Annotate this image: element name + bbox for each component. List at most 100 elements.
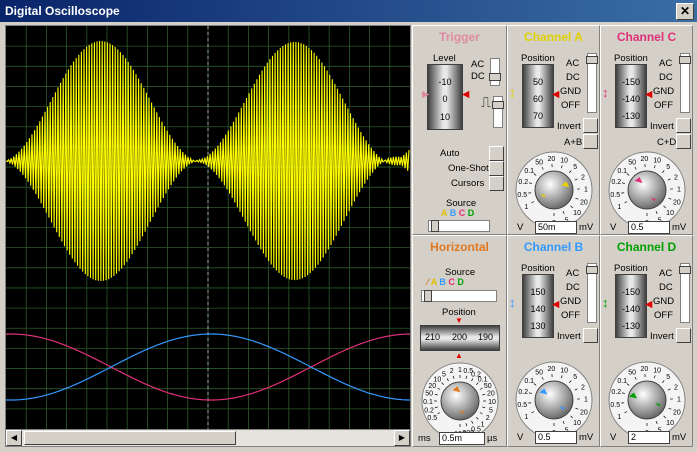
trigger-edge-slider[interactable] — [492, 96, 504, 128]
channel-c-gnd-label: GND — [653, 86, 675, 97]
channel-d-position-marker-icon: ◀ — [645, 299, 653, 310]
dial-tick-label: 20 — [487, 391, 495, 398]
scroll-right-button[interactable]: ▶ — [394, 430, 410, 446]
horizontal-source-slider[interactable] — [421, 290, 497, 302]
channel-b-invert-label: Invert — [557, 331, 581, 342]
channel-a-value-field[interactable]: 50m — [535, 221, 577, 234]
channel-d-coupling-slider[interactable] — [679, 263, 691, 323]
channel-c-coupling-slider[interactable] — [679, 53, 691, 113]
horizontal-scrollbar[interactable]: ◀ ▶ — [5, 429, 411, 447]
drum-value: 0 — [442, 94, 448, 104]
channel-b-coupling-slider[interactable] — [586, 263, 598, 323]
scroll-left-button[interactable]: ◀ — [6, 430, 22, 446]
channel-b-position-drum[interactable]: 150 140 130 — [522, 274, 554, 338]
dial-tick-label: 0.1 — [617, 378, 627, 385]
trigger-source-slider[interactable] — [428, 220, 490, 232]
dial-tick-label: 50 — [425, 391, 433, 398]
horizontal-position-drum[interactable]: 210 200 190 — [420, 325, 500, 351]
horizontal-source-ramp-icon: ⁄ — [427, 277, 429, 287]
scope-display[interactable] — [5, 25, 411, 430]
dial-tick-label: 0.5 — [517, 192, 527, 199]
source-c-letter: C — [448, 277, 455, 287]
dial-tick-label: 1 — [677, 397, 681, 404]
dial-tick-label: 5 — [573, 164, 577, 171]
channel-a-combine-button[interactable] — [583, 134, 598, 149]
dial-tick-label: 1 — [584, 187, 588, 194]
trigger-title: Trigger — [439, 30, 480, 44]
channel-b-unit-right: mV — [579, 432, 594, 443]
channel-a-combine-label: A+B — [564, 137, 583, 148]
channel-b-gnd-label: GND — [560, 296, 582, 307]
trigger-cursors-button[interactable] — [489, 176, 504, 191]
dial-tick-label: 0.2 — [611, 389, 621, 396]
source-d-letter: D — [457, 277, 464, 287]
channel-a-position-label: Position — [521, 53, 555, 64]
horizontal-timebase-dial[interactable]: 0.50.20.15020105210.50.20.15020105210.52… — [416, 359, 504, 435]
dial-tick-label: 5 — [666, 164, 670, 171]
channel-a-volts-dial[interactable]: 10.50.20.1502010521201052 — [510, 148, 598, 224]
dial-tick-label: 10 — [433, 376, 441, 383]
drum-value: 140 — [530, 304, 546, 314]
dial-tick-label: 0.5 — [610, 402, 620, 409]
channel-a-coupling-slider[interactable] — [586, 53, 598, 113]
channel-c-combine-button[interactable] — [676, 134, 691, 149]
channel-a-position-drum[interactable]: 50 60 70 — [522, 64, 554, 128]
channel-d-position-drum[interactable]: -150 -140 -130 — [615, 274, 647, 338]
dial-tick-label: 5 — [489, 407, 493, 414]
channel-d-invert-button[interactable] — [676, 328, 691, 343]
channel-d-panel: Channel D Position -150 -140 -130 ↕ ◀ AC… — [600, 235, 693, 447]
drum-value: -140 — [621, 304, 640, 314]
horizontal-panel: Horizontal Source ⁄ A B C D Position ▼ 2… — [412, 235, 507, 447]
channel-c-title: Channel C — [616, 30, 677, 44]
dial-knob[interactable] — [440, 381, 480, 421]
channel-a-invert-button[interactable] — [583, 118, 598, 133]
dial-knob[interactable] — [627, 380, 667, 420]
dial-tick-label: 2 — [674, 174, 678, 181]
channel-a-gnd-label: GND — [560, 86, 582, 97]
dial-tick-label: 1 — [584, 397, 588, 404]
horizontal-value-field[interactable]: 0.5m — [439, 432, 485, 445]
dial-tick-label: 20 — [428, 383, 436, 390]
dial-knob[interactable] — [627, 170, 667, 210]
channel-b-dc-label: DC — [566, 282, 580, 293]
dial-tick-label: 20 — [548, 156, 556, 163]
dial-knob[interactable] — [534, 170, 574, 210]
channel-a-ac-label: AC — [566, 58, 580, 69]
channel-d-volts-dial[interactable]: 10.50.20.1502010521201052 — [603, 358, 691, 434]
trigger-panel: Trigger Level -10 0 10 ▶ ◀ AC DC ⎍ Auto … — [412, 25, 507, 235]
channel-c-position-drum[interactable]: -150 -140 -130 — [615, 64, 647, 128]
channel-b-volts-dial[interactable]: 10.50.20.1502010521201052 — [510, 358, 598, 434]
dial-knob[interactable] — [534, 380, 574, 420]
channel-b-value-field[interactable]: 0.5 — [535, 431, 577, 444]
trigger-coupling-slider[interactable] — [489, 58, 501, 86]
horizontal-position-marker-icon: ▼ — [455, 316, 463, 325]
channel-d-value-field[interactable]: 2 — [628, 431, 670, 444]
channel-c-invert-button[interactable] — [676, 118, 691, 133]
channel-d-unit-right: mV — [672, 432, 687, 443]
drum-value: -10 — [438, 77, 452, 87]
trigger-oneshot-button[interactable] — [489, 161, 504, 176]
channel-a-dc-label: DC — [566, 72, 580, 83]
channel-d-position-arrow-icon: ↕ — [602, 295, 609, 310]
trigger-cursors-label: Cursors — [451, 178, 485, 189]
channel-d-position-label: Position — [614, 263, 648, 274]
channel-a-panel: Channel A Position 50 60 70 ↕ ◀ AC DC GN… — [507, 25, 600, 235]
dial-tick-label: 10 — [560, 368, 568, 375]
drum-value: 10 — [439, 112, 450, 122]
drum-value: 130 — [530, 321, 546, 331]
trigger-auto-button[interactable] — [489, 146, 504, 161]
channel-c-value-field[interactable]: 0.5 — [628, 221, 670, 234]
channel-c-panel: Channel C Position -150 -140 -130 ↕ ◀ AC… — [600, 25, 693, 235]
source-d-letter: D — [467, 208, 475, 218]
trigger-edge-icon[interactable]: ⎍ — [481, 94, 491, 111]
scroll-thumb[interactable] — [24, 431, 236, 445]
trigger-level-drum[interactable]: -10 0 10 — [427, 64, 463, 130]
channel-c-position-marker-icon: ◀ — [645, 89, 653, 100]
drum-value: -130 — [621, 111, 640, 121]
close-button[interactable]: ✕ — [676, 3, 694, 20]
channel-b-invert-button[interactable] — [583, 328, 598, 343]
title-bar[interactable]: Digital Oscilloscope ✕ — [0, 0, 697, 22]
drum-value: 150 — [530, 287, 546, 297]
channel-c-volts-dial[interactable]: 10.50.20.1502010521201052 — [603, 148, 691, 224]
dial-tick-label: 10 — [573, 420, 581, 427]
